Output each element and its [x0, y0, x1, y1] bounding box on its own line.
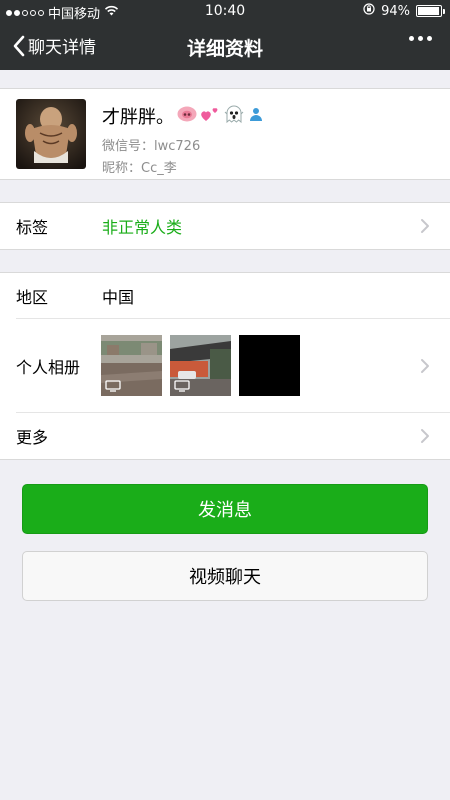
top-bar: 中国移动 10:40 94% 聊天详情 详细资料: [0, 0, 450, 70]
more-label: 更多: [16, 428, 49, 447]
pig-nose-emoji: [177, 106, 197, 127]
two-hearts-emoji: [200, 105, 220, 128]
ghost-emoji: [223, 104, 245, 129]
wechat-id-value: lwc726: [154, 139, 201, 154]
back-button[interactable]: 聊天详情: [12, 33, 96, 58]
battery-fill: [418, 7, 439, 15]
status-right: 94%: [363, 3, 445, 19]
nav-bar: 聊天详情 详细资料: [0, 22, 450, 70]
gender-icon: [248, 106, 264, 127]
nickname-label: 昵称：: [102, 161, 142, 176]
status-bar: 中国移动 10:40 94%: [0, 0, 450, 22]
details-section: 地区 中国 个人相册 更多: [0, 272, 450, 460]
wechat-id: 微信号：lwc726: [102, 135, 200, 154]
profile-name-text: 才胖胖。: [102, 107, 174, 128]
album-thumbnail[interactable]: [170, 335, 231, 396]
chevron-right-icon: [421, 359, 429, 373]
region-label: 地区: [16, 288, 49, 307]
video-icon: [174, 380, 190, 392]
album-row[interactable]: 个人相册: [0, 319, 450, 413]
wechat-id-label: 微信号：: [102, 139, 155, 154]
tag-label: 标签: [16, 218, 49, 237]
tag-value: 非正常人类: [102, 218, 183, 237]
region-value: 中国: [102, 288, 135, 307]
back-label: 聊天详情: [28, 38, 96, 58]
profile-card[interactable]: 才胖胖。 微信号：lwc726 昵称：Cc_李: [0, 88, 450, 180]
profile-name: 才胖胖。: [102, 103, 264, 129]
avatar[interactable]: [16, 99, 86, 169]
region-row: 地区 中国: [0, 273, 450, 319]
album-thumbnail[interactable]: [101, 335, 162, 396]
more-dots-icon[interactable]: [409, 36, 432, 41]
nickname: 昵称：Cc_李: [102, 157, 177, 176]
video-icon: [105, 380, 121, 392]
send-message-button[interactable]: 发消息: [22, 484, 428, 534]
album-label: 个人相册: [16, 358, 81, 377]
tag-row[interactable]: 标签 非正常人类: [0, 203, 450, 249]
album-thumbnails: [101, 335, 300, 396]
battery-icon: [416, 5, 445, 17]
tag-section: 标签 非正常人类: [0, 202, 450, 250]
battery-percent: 94%: [381, 3, 410, 19]
video-chat-button[interactable]: 视频聊天: [22, 551, 428, 601]
chevron-right-icon: [421, 429, 429, 443]
chevron-left-icon: [13, 35, 25, 56]
more-row[interactable]: 更多: [0, 413, 450, 459]
chevron-right-icon: [421, 219, 429, 233]
album-thumbnail[interactable]: [239, 335, 300, 396]
orientation-lock-icon: [363, 3, 375, 19]
nickname-value: Cc_李: [141, 161, 177, 176]
